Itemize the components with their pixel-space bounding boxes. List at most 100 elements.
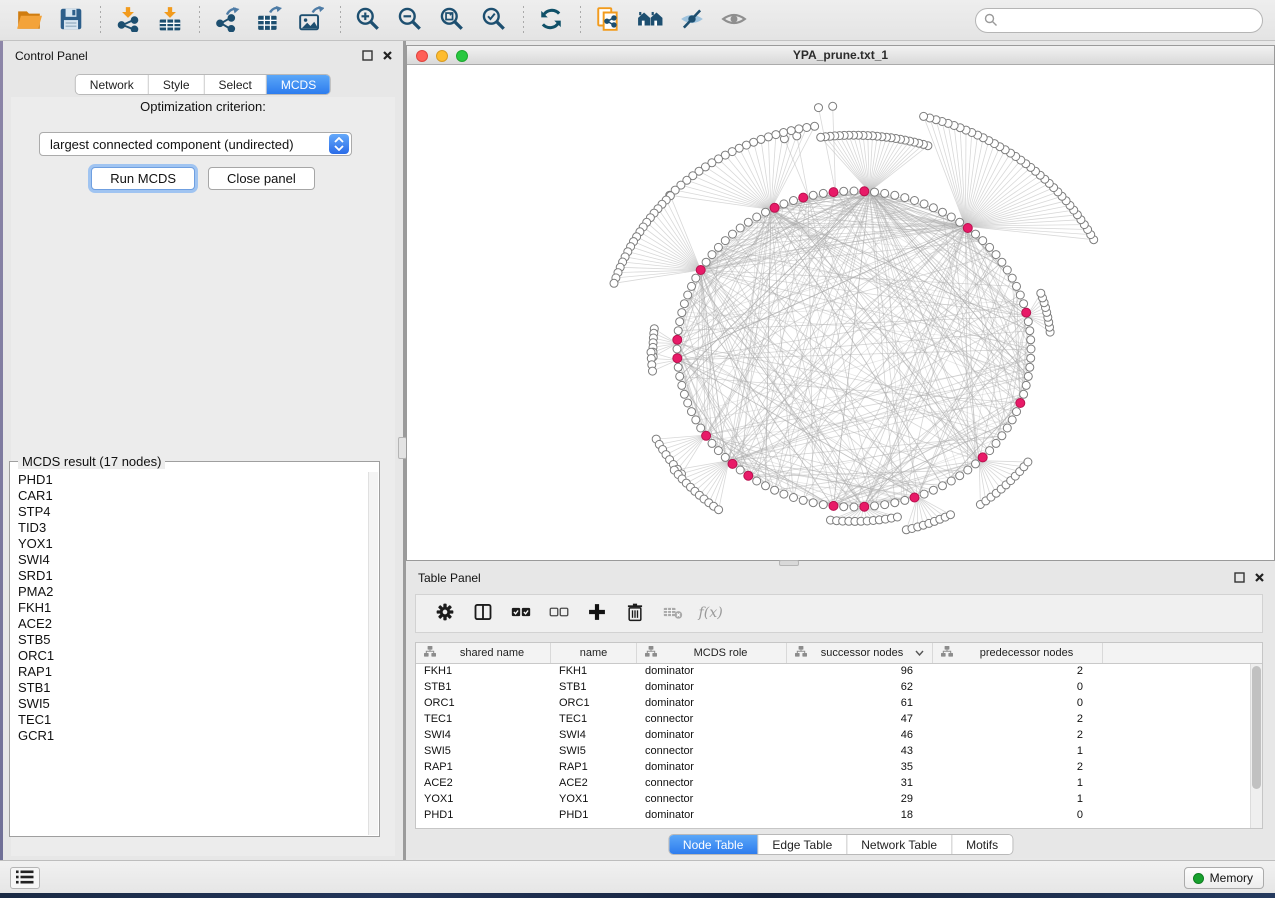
- network-node[interactable]: [1020, 390, 1028, 398]
- table-row[interactable]: RAP1RAP1dominator352: [416, 760, 1250, 776]
- network-node[interactable]: [676, 372, 684, 380]
- show-panels-button[interactable]: [10, 867, 40, 889]
- dominator-node[interactable]: [770, 203, 779, 212]
- network-node[interactable]: [972, 460, 980, 468]
- hide-selected-button[interactable]: [675, 5, 709, 35]
- network-node[interactable]: [893, 513, 901, 521]
- network-node[interactable]: [688, 282, 696, 290]
- network-node[interactable]: [684, 291, 692, 299]
- deselect-all-button[interactable]: [544, 600, 574, 628]
- duplicate-network-button[interactable]: [591, 5, 625, 35]
- network-node[interactable]: [753, 477, 761, 485]
- delete-row-button[interactable]: [620, 600, 650, 628]
- network-node[interactable]: [956, 218, 964, 226]
- network-node[interactable]: [674, 327, 682, 335]
- network-node[interactable]: [939, 208, 947, 216]
- mcds-result-item[interactable]: TEC1: [18, 712, 367, 728]
- network-node[interactable]: [799, 496, 807, 504]
- network-node[interactable]: [829, 102, 837, 110]
- network-node[interactable]: [947, 213, 955, 221]
- export-table-button[interactable]: [252, 5, 286, 35]
- mcds-result-item[interactable]: PHD1: [18, 472, 367, 488]
- network-node[interactable]: [787, 127, 795, 135]
- dominator-node[interactable]: [1016, 399, 1025, 408]
- dominator-node[interactable]: [799, 193, 808, 202]
- network-node[interactable]: [992, 251, 1000, 259]
- tab-select[interactable]: Select: [205, 75, 267, 94]
- network-node[interactable]: [714, 447, 722, 455]
- network-node[interactable]: [736, 224, 744, 232]
- refresh-button[interactable]: [534, 5, 568, 35]
- network-node[interactable]: [610, 279, 618, 287]
- tab-node-table[interactable]: Node Table: [669, 835, 759, 854]
- save-session-button[interactable]: [54, 5, 88, 35]
- mcds-result-item[interactable]: STP4: [18, 504, 367, 520]
- network-node[interactable]: [803, 124, 811, 132]
- network-node[interactable]: [1020, 300, 1028, 308]
- zoom-in-button[interactable]: [351, 5, 385, 35]
- export-network-button[interactable]: [210, 5, 244, 35]
- tab-style[interactable]: Style: [149, 75, 205, 94]
- network-node[interactable]: [929, 486, 937, 494]
- mcds-result-item[interactable]: YOX1: [18, 536, 367, 552]
- network-node[interactable]: [684, 399, 692, 407]
- network-node[interactable]: [721, 237, 729, 245]
- network-node[interactable]: [811, 122, 819, 130]
- network-node[interactable]: [1003, 266, 1011, 274]
- network-node[interactable]: [1027, 336, 1035, 344]
- network-node[interactable]: [764, 133, 772, 141]
- dominator-node[interactable]: [702, 431, 711, 440]
- network-node[interactable]: [780, 200, 788, 208]
- network-node[interactable]: [939, 482, 947, 490]
- network-node[interactable]: [901, 496, 909, 504]
- network-node[interactable]: [956, 472, 964, 480]
- network-node[interactable]: [772, 131, 780, 139]
- network-node[interactable]: [1008, 274, 1016, 282]
- add-row-button[interactable]: [582, 600, 612, 628]
- sort-chevron-icon[interactable]: [915, 647, 924, 659]
- network-node[interactable]: [1024, 458, 1032, 466]
- network-node[interactable]: [1026, 363, 1034, 371]
- network-node[interactable]: [1013, 408, 1021, 416]
- table-row[interactable]: FKH1FKH1dominator962: [416, 664, 1250, 680]
- dominator-node[interactable]: [728, 459, 737, 468]
- mcds-result-item[interactable]: FKH1: [18, 600, 367, 616]
- close-panel-icon[interactable]: [381, 49, 393, 61]
- table-row[interactable]: ORC1ORC1dominator610: [416, 696, 1250, 712]
- table-row[interactable]: STB1STB1dominator620: [416, 680, 1250, 696]
- network-node[interactable]: [840, 187, 848, 195]
- network-node[interactable]: [649, 367, 657, 375]
- mcds-result-item[interactable]: STB5: [18, 632, 367, 648]
- mcds-result-item[interactable]: SWI4: [18, 552, 367, 568]
- network-node[interactable]: [972, 230, 980, 238]
- zoom-fit-button[interactable]: [435, 5, 469, 35]
- tab-network-table[interactable]: Network Table: [847, 835, 952, 854]
- network-node[interactable]: [757, 135, 765, 143]
- dominator-node[interactable]: [696, 266, 705, 275]
- select-all-button[interactable]: [506, 600, 536, 628]
- network-node[interactable]: [901, 194, 909, 202]
- network-node[interactable]: [998, 258, 1006, 266]
- network-node[interactable]: [891, 191, 899, 199]
- network-node[interactable]: [678, 309, 686, 317]
- open-file-button[interactable]: [12, 5, 46, 35]
- network-node[interactable]: [947, 511, 955, 519]
- network-node[interactable]: [1027, 354, 1035, 362]
- dominator-node[interactable]: [673, 354, 682, 363]
- table-scrollbar-thumb[interactable]: [1252, 666, 1261, 789]
- network-node[interactable]: [920, 490, 928, 498]
- network-node[interactable]: [986, 243, 994, 251]
- network-node[interactable]: [674, 363, 682, 371]
- export-image-button[interactable]: [294, 5, 328, 35]
- network-node[interactable]: [795, 125, 803, 133]
- network-node[interactable]: [817, 133, 825, 141]
- table-row[interactable]: TEC1TEC1connector472: [416, 712, 1250, 728]
- tab-network[interactable]: Network: [76, 75, 149, 94]
- network-view[interactable]: [407, 65, 1274, 560]
- memory-button[interactable]: Memory: [1184, 867, 1264, 889]
- column-header-name[interactable]: name: [551, 643, 637, 663]
- network-node[interactable]: [964, 466, 972, 474]
- network-node[interactable]: [881, 189, 889, 197]
- network-node[interactable]: [986, 447, 994, 455]
- dominator-node[interactable]: [829, 188, 838, 197]
